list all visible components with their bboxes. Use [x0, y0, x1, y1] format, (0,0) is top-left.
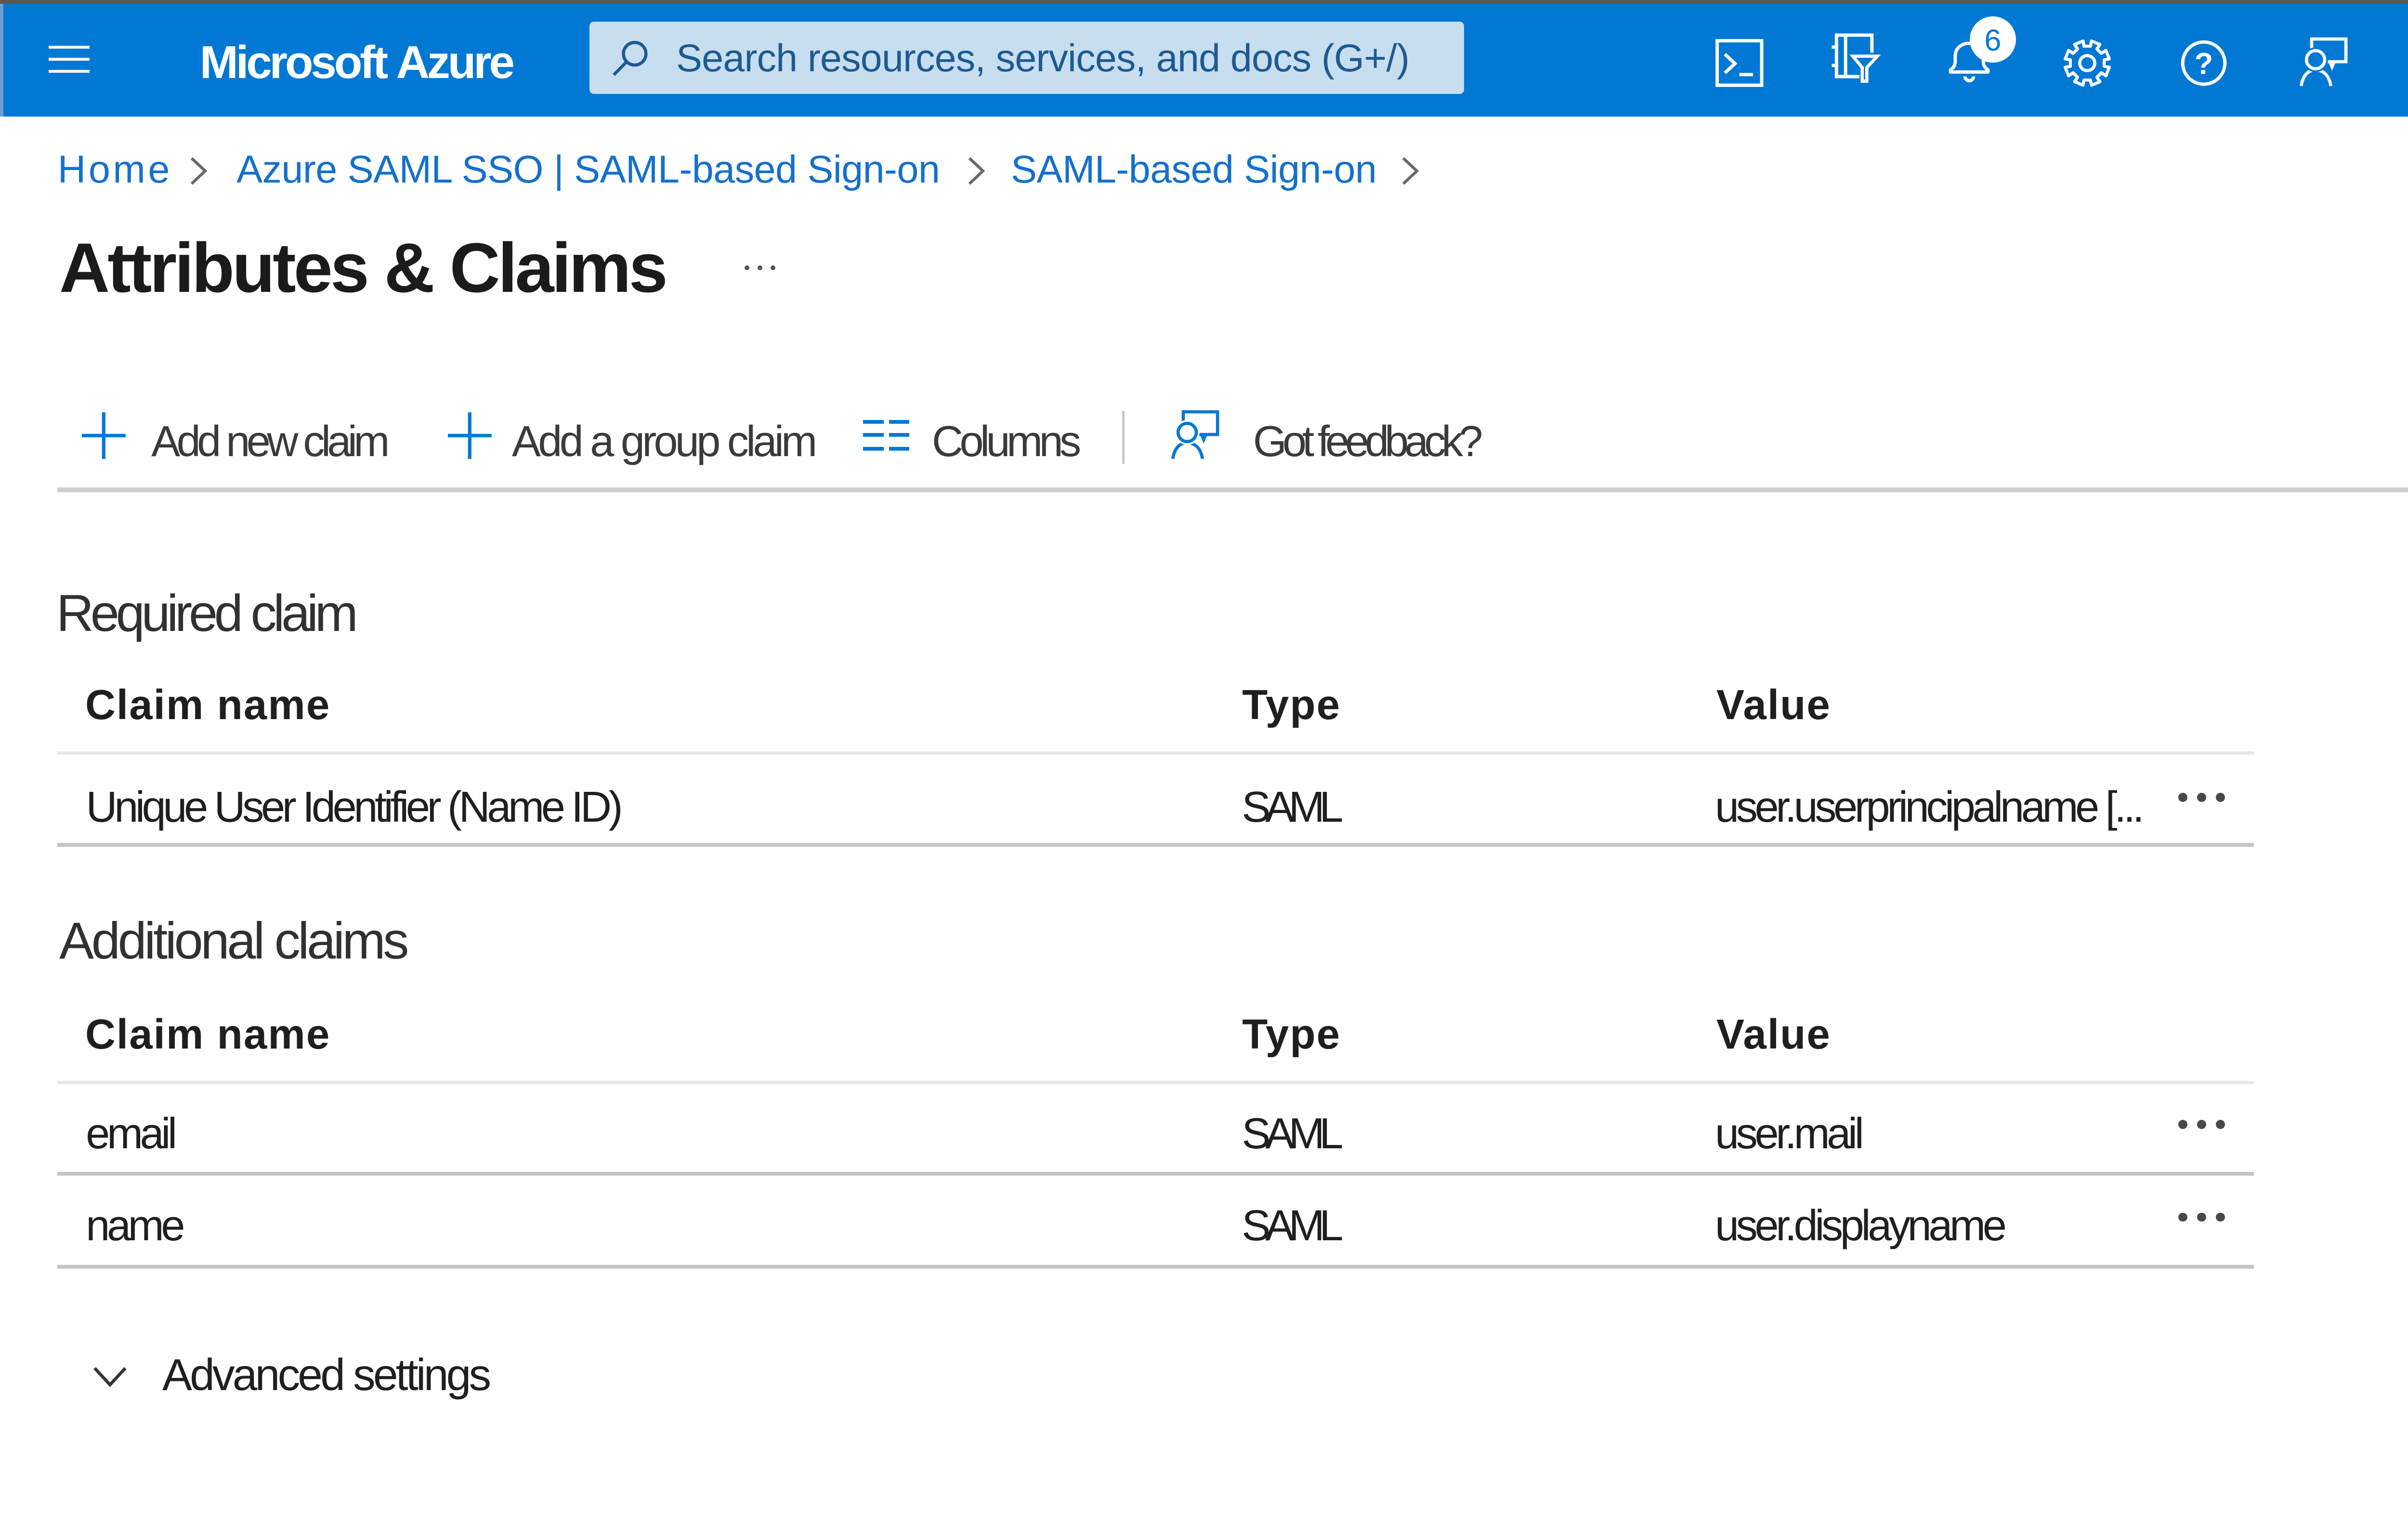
svg-text:?: ?	[2195, 47, 2213, 80]
